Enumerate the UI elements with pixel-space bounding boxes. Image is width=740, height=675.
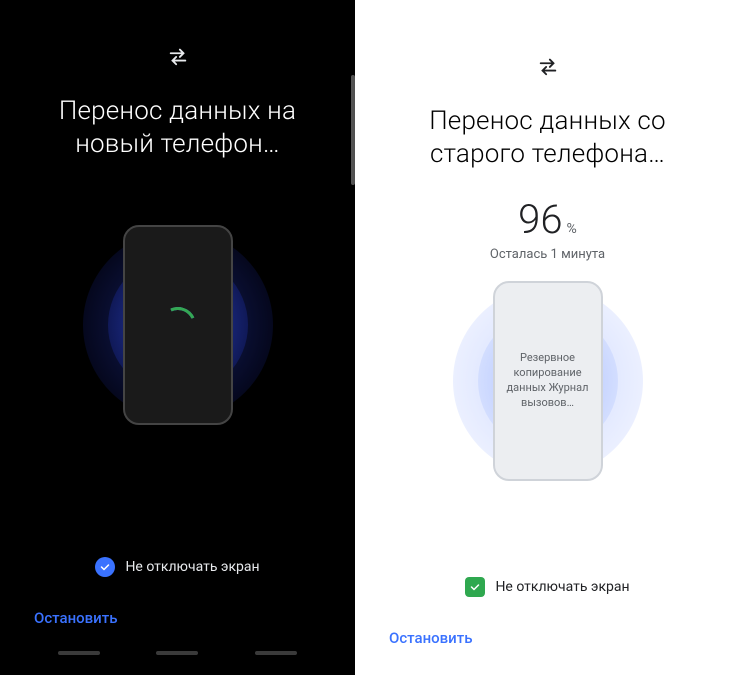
checkbox-checked-icon xyxy=(465,577,485,597)
time-remaining: Осталась 1 минута xyxy=(490,247,605,262)
phone-frame: Резервное копирование данных Журнал вызо… xyxy=(493,281,603,481)
progress-readout: 96 % xyxy=(518,196,577,243)
nav-recent-icon[interactable] xyxy=(58,651,100,655)
transfer-icon xyxy=(537,55,559,77)
checkbox-checked-icon xyxy=(95,557,115,577)
checkbox-label: Не отключать экран xyxy=(125,559,259,575)
transfer-icon xyxy=(167,45,189,67)
phone-illustration-left xyxy=(73,220,283,430)
checkbox-label: Не отключать экран xyxy=(495,579,629,595)
bottom-bar-right: Остановить xyxy=(385,621,710,655)
old-phone-panel: Перенос данных со старого телефона… 96 %… xyxy=(355,0,740,675)
phone-frame xyxy=(123,225,233,425)
new-phone-panel: Перенос данных на новый телефон… Не откл… xyxy=(0,0,355,675)
android-nav-bar xyxy=(30,651,325,655)
stop-button[interactable]: Остановить xyxy=(30,601,121,635)
phone-illustration-right: Резервное копирование данных Журнал вызо… xyxy=(443,276,653,486)
keep-screen-on-checkbox[interactable]: Не отключать экран xyxy=(95,527,259,577)
page-title-right: Перенос данных со старого телефона… xyxy=(385,105,710,170)
nav-home-icon[interactable] xyxy=(156,651,198,655)
progress-unit: % xyxy=(567,221,577,237)
stop-button[interactable]: Остановить xyxy=(385,621,476,655)
nav-back-icon[interactable] xyxy=(255,651,297,655)
bottom-bar-left: Остановить xyxy=(30,601,325,635)
keep-screen-on-checkbox[interactable]: Не отключать экран xyxy=(465,547,629,597)
phone-status-text: Резервное копирование данных Журнал вызо… xyxy=(495,351,601,410)
loading-spinner-icon xyxy=(160,307,196,343)
progress-value: 96 xyxy=(518,196,562,243)
page-title-left: Перенос данных на новый телефон… xyxy=(30,95,325,160)
